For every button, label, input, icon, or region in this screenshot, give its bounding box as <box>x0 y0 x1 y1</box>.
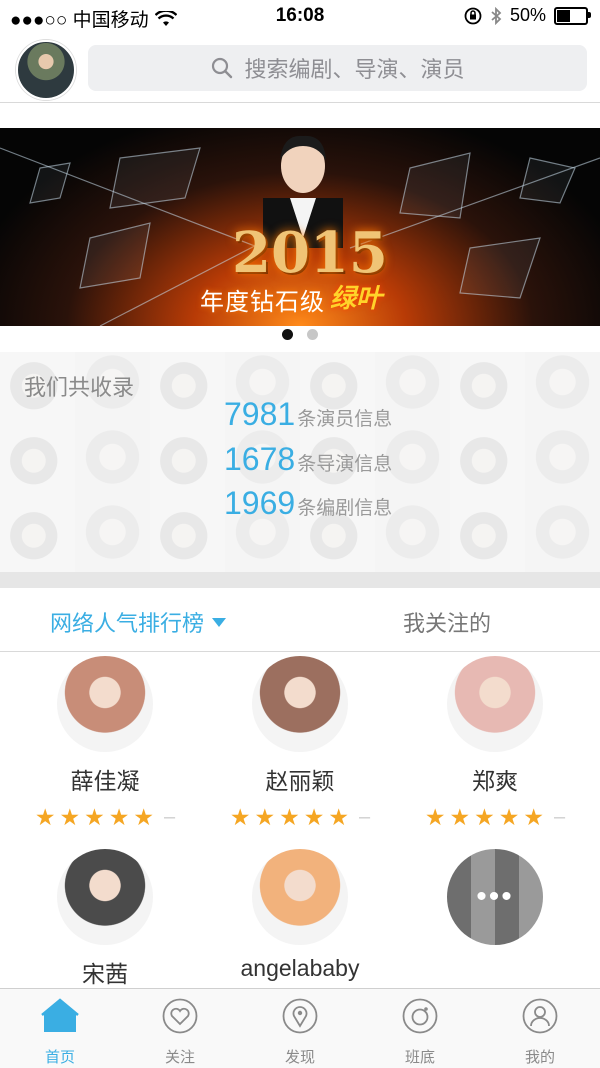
bluetooth-icon <box>491 6 502 25</box>
star-icon: ★ <box>474 804 495 830</box>
stats-title: 我们共收录 <box>24 375 135 400</box>
tab-label: 网络人气排行榜 <box>50 611 205 636</box>
rating-dash: – <box>359 806 371 828</box>
search-icon <box>212 57 233 79</box>
banner-pager[interactable] <box>0 329 600 340</box>
person-avatar <box>252 656 348 752</box>
star-rating: ★ ★ ★ ★ ★ – <box>200 806 400 829</box>
star-icon: ★ <box>254 804 276 830</box>
person-avatar <box>57 849 153 945</box>
ellipsis-icon: ••• <box>476 880 514 913</box>
tab-home[interactable]: 首页 <box>0 997 120 1067</box>
star-icon: ★ <box>449 804 471 830</box>
person-name: 宋茜 <box>82 961 128 987</box>
tab-team[interactable]: 班底 <box>360 997 480 1067</box>
ranking-card[interactable]: 郑爽 ★ ★ ★ ★ ★ – <box>395 652 595 829</box>
ranking-card[interactable]: 薛佳凝 ★ ★ ★ ★ ★ – <box>5 652 205 829</box>
ring-icon <box>402 998 438 1034</box>
status-bar: ●●●○○ 中国移动 16:08 50% <box>0 0 600 34</box>
pager-dot[interactable] <box>307 329 318 340</box>
rating-dash: – <box>554 806 566 828</box>
person-name: angelababy <box>240 955 360 981</box>
tab-follow[interactable]: 关注 <box>120 997 240 1067</box>
stat-row-directors: 1678 条导演信息 <box>224 441 392 478</box>
tab-discover[interactable]: 发现 <box>240 997 360 1067</box>
tab-label: 我关注的 <box>403 611 492 636</box>
person-avatar <box>447 656 543 752</box>
star-rating: ★ ★ ★ ★ ★ – <box>395 806 595 829</box>
ranking-card[interactable]: 赵丽颖 ★ ★ ★ ★ ★ – <box>200 652 400 829</box>
battery-icon <box>554 6 591 25</box>
pager-dot[interactable] <box>282 329 293 340</box>
stat-count: 7981 <box>224 396 296 432</box>
star-icon: ★ <box>229 804 251 830</box>
stat-unit: 条导演信息 <box>297 454 393 475</box>
home-icon <box>41 998 79 1032</box>
stat-row-actors: 7981 条演员信息 <box>224 396 392 433</box>
tab-popularity-ranking[interactable]: 网络人气排行榜 <box>50 606 227 638</box>
person-name: 薛佳凝 <box>70 768 140 794</box>
person-name: 郑爽 <box>472 768 518 794</box>
star-icon: ★ <box>59 804 81 830</box>
star-icon: ★ <box>279 804 300 830</box>
user-avatar[interactable] <box>16 40 76 100</box>
stat-count: 1969 <box>224 485 296 521</box>
star-icon: ★ <box>84 804 105 830</box>
stats-panel: 我们共收录 7981 条演员信息 1678 条导演信息 1969 条编剧信息 <box>0 352 600 572</box>
top-header: 搜索编剧、导演、演员 <box>0 34 600 103</box>
rating-dash: – <box>164 806 176 828</box>
banner-year: 2015 <box>232 220 388 286</box>
tab-mine[interactable]: 我的 <box>480 997 600 1067</box>
ranking-grid: 薛佳凝 ★ ★ ★ ★ ★ – 赵丽颖 ★ ★ ★ ★ ★ – 郑爽 ★ ★ ★ ★ ★ – 宋茜 angel… <box>0 652 600 988</box>
tab-label: 我的 <box>524 1049 555 1066</box>
banner-caption-highlight: 绿叶 <box>330 283 383 313</box>
banner-caption: 年度钻石级 <box>200 289 325 316</box>
ranking-card[interactable]: 宋茜 <box>5 845 205 989</box>
status-right: 50% <box>464 5 591 26</box>
star-icon: ★ <box>523 804 544 830</box>
star-icon: ★ <box>34 804 56 830</box>
star-icon: ★ <box>133 804 154 830</box>
section-divider <box>0 572 600 588</box>
star-icon: ★ <box>108 804 130 830</box>
tab-following[interactable]: 我关注的 <box>403 606 491 638</box>
stat-unit: 条演员信息 <box>297 409 393 430</box>
user-icon <box>522 998 558 1034</box>
dropdown-triangle-icon <box>212 617 227 627</box>
person-avatar <box>57 656 153 752</box>
person-avatar <box>252 849 348 945</box>
orientation-lock-icon <box>464 7 482 24</box>
ranking-card[interactable]: angelababy <box>200 845 400 982</box>
more-card[interactable]: ••• <box>395 845 595 945</box>
more-avatar-collage: ••• <box>447 849 543 945</box>
heart-icon <box>162 998 198 1034</box>
star-icon: ★ <box>328 804 349 830</box>
battery-percent: 50% <box>509 5 546 25</box>
search-placeholder: 搜索编剧、导演、演员 <box>244 57 465 82</box>
star-icon: ★ <box>424 804 446 830</box>
tab-label: 首页 <box>44 1049 75 1066</box>
promo-banner[interactable]: 2015 年度钻石级 绿叶 <box>0 128 600 326</box>
stat-count: 1678 <box>224 441 296 477</box>
stat-unit: 条编剧信息 <box>297 498 393 519</box>
person-name: 赵丽颖 <box>265 768 335 794</box>
tab-label: 班底 <box>404 1049 435 1066</box>
star-icon: ★ <box>303 804 325 830</box>
search-bar[interactable]: 搜索编剧、导演、演员 <box>88 45 587 91</box>
ranking-tabs: 网络人气排行榜 我关注的 <box>0 588 600 652</box>
stat-row-writers: 1969 条编剧信息 <box>224 485 392 522</box>
star-icon: ★ <box>498 804 520 830</box>
bottom-tab-bar: 首页 关注 发现 班底 我的 <box>0 988 600 1068</box>
tab-label: 发现 <box>284 1049 315 1066</box>
tab-label: 关注 <box>164 1049 195 1066</box>
location-pin-icon <box>282 998 318 1034</box>
star-rating: ★ ★ ★ ★ ★ – <box>5 806 205 829</box>
